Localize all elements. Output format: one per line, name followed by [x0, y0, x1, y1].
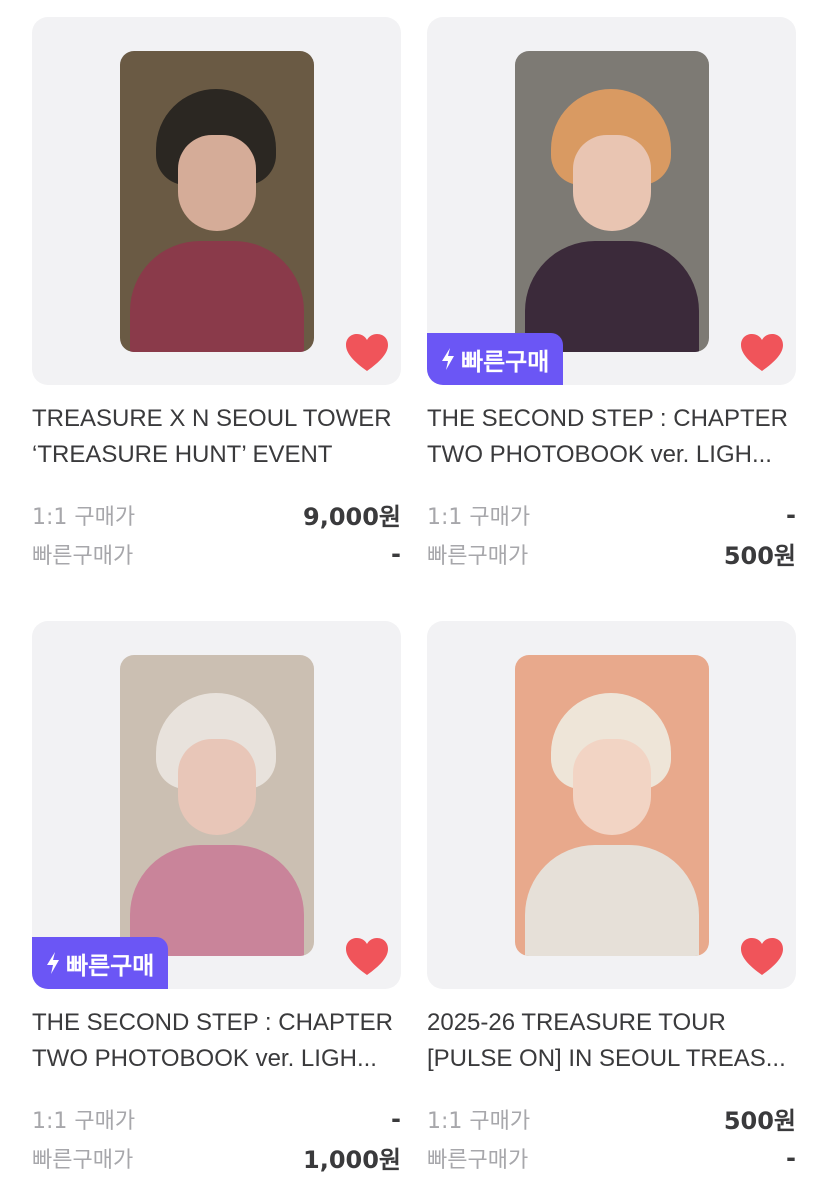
- product-grid: TREASURE X N SEOUL TOWER ‘TREASURE HUNT’…: [0, 0, 828, 1200]
- product-title-line: TWO PHOTOBOOK ver. LIGH...: [32, 1045, 377, 1072]
- price-block: 1:1 구매가 - 빠른구매가 500원: [427, 495, 796, 573]
- product-title[interactable]: TREASURE X N SEOUL TOWER ‘TREASURE HUNT’…: [32, 401, 401, 473]
- price-quick-value: -: [786, 1143, 796, 1172]
- price-1to1-label: 1:1 구매가: [32, 1108, 136, 1134]
- quick-buy-badge: 빠른구매: [32, 937, 169, 989]
- price-row-1to1: 1:1 구매가 -: [427, 495, 796, 534]
- product-title-line: TWO PHOTOBOOK ver. LIGH...: [427, 441, 772, 468]
- product-title-line: 2025-26 TREASURE TOUR: [427, 1009, 726, 1036]
- price-1to1-value: 9,000원: [303, 503, 401, 531]
- product-thumbnail[interactable]: 빠른구매: [427, 17, 796, 385]
- lightning-icon: [47, 952, 59, 974]
- heart-icon[interactable]: [740, 937, 784, 977]
- product-title-line: ‘TREASURE HUNT’ EVENT: [32, 441, 333, 468]
- photocard-image: [515, 51, 709, 352]
- product-card[interactable]: 빠른구매 THE SECOND STEP : CHAPTER TWO PHOTO…: [427, 17, 796, 573]
- price-row-quick: 빠른구매가 -: [32, 534, 401, 573]
- price-quick-value: 500원: [723, 542, 796, 570]
- price-row-quick: 빠른구매가 500원: [427, 534, 796, 573]
- price-1to1-value: -: [391, 1104, 401, 1133]
- heart-icon[interactable]: [345, 937, 389, 977]
- product-thumbnail[interactable]: [427, 621, 796, 989]
- price-1to1-label: 1:1 구매가: [427, 1108, 531, 1134]
- product-card[interactable]: 빠른구매 THE SECOND STEP : CHAPTER TWO PHOTO…: [32, 621, 401, 1177]
- price-block: 1:1 구매가 500원 빠른구매가 -: [427, 1099, 796, 1177]
- price-row-1to1: 1:1 구매가 500원: [427, 1099, 796, 1138]
- price-block: 1:1 구매가 - 빠른구매가 1,000원: [32, 1099, 401, 1177]
- product-title[interactable]: THE SECOND STEP : CHAPTER TWO PHOTOBOOK …: [32, 1005, 401, 1077]
- price-quick-value: 1,000원: [303, 1146, 401, 1174]
- price-quick-label: 빠른구매가: [32, 1147, 134, 1173]
- price-row-quick: 빠른구매가 1,000원: [32, 1138, 401, 1177]
- price-row-1to1: 1:1 구매가 -: [32, 1099, 401, 1138]
- product-title-line: TREASURE X N SEOUL TOWER: [32, 405, 392, 432]
- product-title-line: THE SECOND STEP : CHAPTER: [32, 1009, 393, 1036]
- price-quick-label: 빠른구매가: [32, 543, 134, 569]
- quick-buy-badge-label: 빠른구매: [66, 951, 155, 980]
- price-quick-value: -: [391, 539, 401, 568]
- price-1to1-label: 1:1 구매가: [427, 504, 531, 530]
- product-title[interactable]: THE SECOND STEP : CHAPTER TWO PHOTOBOOK …: [427, 401, 796, 473]
- price-row-quick: 빠른구매가 -: [427, 1138, 796, 1177]
- product-title-line: [PULSE ON] IN SEOUL TREAS...: [427, 1045, 786, 1072]
- price-quick-label: 빠른구매가: [427, 1147, 529, 1173]
- photocard-image: [120, 51, 314, 352]
- photocard-image: [120, 655, 314, 956]
- price-1to1-value: 500원: [723, 1107, 796, 1135]
- price-row-1to1: 1:1 구매가 9,000원: [32, 495, 401, 534]
- heart-icon[interactable]: [345, 333, 389, 373]
- price-block: 1:1 구매가 9,000원 빠른구매가 -: [32, 495, 401, 573]
- photocard-image: [515, 655, 709, 956]
- quick-buy-badge: 빠른구매: [427, 333, 564, 385]
- product-title[interactable]: 2025-26 TREASURE TOUR [PULSE ON] IN SEOU…: [427, 1005, 796, 1077]
- price-quick-label: 빠른구매가: [427, 543, 529, 569]
- product-thumbnail[interactable]: [32, 17, 401, 385]
- product-title-line: THE SECOND STEP : CHAPTER: [427, 405, 788, 432]
- lightning-icon: [442, 348, 454, 370]
- quick-buy-badge-label: 빠른구매: [461, 347, 550, 376]
- product-card[interactable]: 2025-26 TREASURE TOUR [PULSE ON] IN SEOU…: [427, 621, 796, 1177]
- price-1to1-value: -: [786, 500, 796, 529]
- price-1to1-label: 1:1 구매가: [32, 504, 136, 530]
- product-card[interactable]: TREASURE X N SEOUL TOWER ‘TREASURE HUNT’…: [32, 17, 401, 573]
- product-thumbnail[interactable]: 빠른구매: [32, 621, 401, 989]
- heart-icon[interactable]: [740, 333, 784, 373]
